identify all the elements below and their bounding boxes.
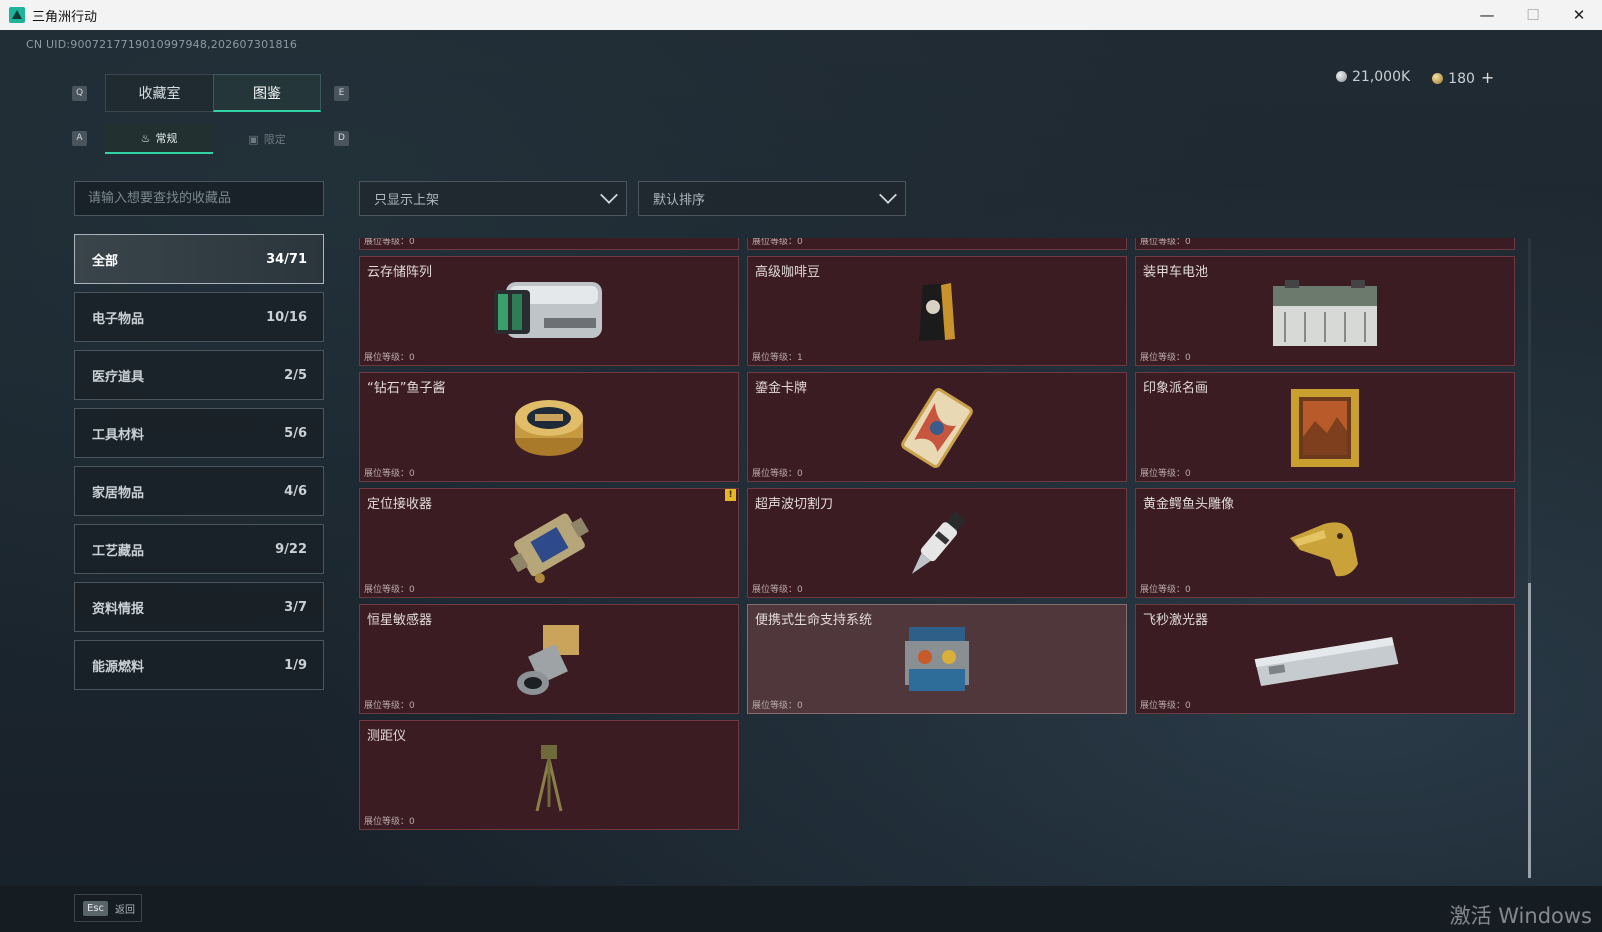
category-medical[interactable]: 医疗道具 2/5 — [74, 350, 324, 400]
back-label: 返回 — [115, 904, 136, 916]
item-card[interactable]: 展位等级：0 — [1135, 238, 1515, 250]
key-hint-a: A — [72, 131, 87, 146]
currency-bar: 21,000K 180 + — [1302, 64, 1534, 90]
ultrasonic-knife-icon — [862, 503, 1012, 585]
subtab-regular[interactable]: ♨ 常规 — [105, 124, 213, 154]
item-card-armored-battery[interactable]: 装甲车电池 展位等级：0 — [1135, 256, 1515, 366]
limited-icon: ▣ — [248, 132, 259, 146]
key-hint-d: D — [334, 131, 349, 146]
back-button[interactable]: Esc 返回 — [74, 894, 142, 922]
item-grid: 展位等级：0 展位等级：0 展位等级：0 云存储阵列 展位等级：0 高级咖啡豆 … — [359, 238, 1531, 878]
grid-scrollbar[interactable] — [1528, 238, 1531, 878]
chevron-down-icon — [600, 186, 618, 204]
window-titlebar: 三角洲行动 — ☐ ✕ — [0, 0, 1602, 30]
item-name: 高级咖啡豆 — [755, 265, 821, 280]
app-logo-icon — [9, 7, 25, 23]
laser-icon — [1250, 619, 1400, 701]
category-electronics[interactable]: 电子物品 10/16 — [74, 292, 324, 342]
esc-key-hint: Esc — [83, 900, 109, 916]
item-card-caviar[interactable]: “钻石”鱼子酱 展位等级：0 — [359, 372, 739, 482]
gold-currency: 180 + — [1432, 68, 1494, 87]
item-card-cloud-storage[interactable]: 云存储阵列 展位等级：0 — [359, 256, 739, 366]
item-name: 恒星敏感器 — [367, 613, 433, 628]
battery-icon — [1250, 271, 1400, 353]
item-name: 超声波切割刀 — [755, 497, 834, 512]
item-card-positioning-receiver[interactable]: 定位接收器 ! 展位等级：0 — [359, 488, 739, 598]
chevron-down-icon — [879, 186, 897, 204]
window-title: 三角洲行动 — [32, 9, 98, 25]
item-name: 印象派名画 — [1143, 381, 1209, 396]
coffee-bag-icon — [862, 271, 1012, 353]
receiver-icon — [474, 503, 624, 585]
category-all[interactable]: 全部 34/71 — [74, 234, 324, 284]
item-card-gold-card[interactable]: 鎏金卡牌 展位等级：0 — [747, 372, 1127, 482]
add-currency-button[interactable]: + — [1481, 68, 1494, 87]
item-card[interactable]: 展位等级：0 — [747, 238, 1127, 250]
item-name: 测距仪 — [367, 729, 407, 744]
item-card-star-sensor[interactable]: 恒星敏感器 展位等级：0 — [359, 604, 739, 714]
item-name: 装甲车电池 — [1143, 265, 1209, 280]
item-name: 飞秒激光器 — [1143, 613, 1209, 628]
key-hint-e: E — [334, 86, 349, 101]
category-fuel[interactable]: 能源燃料 1/9 — [74, 640, 324, 690]
item-card-gold-crocodile-statue[interactable]: 黄金鳄鱼头雕像 展位等级：0 — [1135, 488, 1515, 598]
item-card-rangefinder[interactable]: 测距仪 展位等级：0 — [359, 720, 739, 830]
caviar-tin-icon — [474, 387, 624, 469]
item-card-femtosecond-laser[interactable]: 飞秒激光器 展位等级：0 — [1135, 604, 1515, 714]
painting-icon — [1250, 387, 1400, 469]
tab-collection-room[interactable]: 收藏室 — [105, 74, 213, 112]
item-name: 便携式生命支持系统 — [755, 613, 873, 628]
category-intel[interactable]: 资料情报 3/7 — [74, 582, 324, 632]
subtab-limited[interactable]: ▣ 限定 — [213, 124, 321, 154]
item-name: 黄金鳄鱼头雕像 — [1143, 497, 1235, 512]
gold-coin-icon — [1432, 72, 1444, 84]
item-card-impressionist-painting[interactable]: 印象派名画 展位等级：0 — [1135, 372, 1515, 482]
tab-catalog[interactable]: 图鉴 — [213, 74, 321, 112]
close-button[interactable]: ✕ — [1556, 0, 1602, 30]
scrollbar-thumb[interactable] — [1528, 583, 1531, 878]
item-card-life-support[interactable]: 便携式生命支持系统 展位等级：0 — [747, 604, 1127, 714]
croc-statue-icon — [1250, 503, 1400, 585]
life-support-icon — [862, 619, 1012, 701]
sort-dropdown[interactable]: 默认排序 — [638, 181, 906, 216]
regular-icon: ♨ — [140, 131, 151, 145]
key-hint-q: Q — [72, 86, 87, 101]
display-filter-dropdown[interactable]: 只显示上架 — [359, 181, 627, 216]
storage-array-icon — [474, 271, 624, 353]
item-name: 定位接收器 — [367, 497, 433, 512]
silver-coin-icon — [1336, 71, 1347, 82]
category-tools[interactable]: 工具材料 5/6 — [74, 408, 324, 458]
silver-currency: 21,000K — [1336, 69, 1410, 85]
gold-card-icon — [862, 387, 1012, 469]
minimize-button[interactable]: — — [1464, 0, 1510, 30]
item-name: “钻石”鱼子酱 — [367, 381, 446, 396]
star-sensor-icon — [474, 619, 624, 701]
window-controls: — ☐ ✕ — [1464, 0, 1602, 30]
uid-label: CN UID:9007217719010997948,202607301816 — [26, 38, 298, 51]
item-name: 云存储阵列 — [367, 265, 433, 280]
warning-icon: ! — [725, 489, 736, 501]
maximize-button[interactable]: ☐ — [1510, 0, 1556, 30]
category-crafts[interactable]: 工艺藏品 9/22 — [74, 524, 324, 574]
collection-search-input[interactable] — [74, 181, 324, 216]
item-card-coffee-beans[interactable]: 高级咖啡豆 展位等级：1 — [747, 256, 1127, 366]
game-viewport: CN UID:9007217719010997948,202607301816 … — [0, 30, 1602, 932]
category-household[interactable]: 家居物品 4/6 — [74, 466, 324, 516]
item-card-ultrasonic-knife[interactable]: 超声波切割刀 展位等级：0 — [747, 488, 1127, 598]
rangefinder-icon — [474, 735, 624, 817]
item-card[interactable]: 展位等级：0 — [359, 238, 739, 250]
item-name: 鎏金卡牌 — [755, 381, 808, 396]
footer-bar — [0, 886, 1602, 932]
activation-watermark: 激活 Windows — [1449, 904, 1592, 928]
